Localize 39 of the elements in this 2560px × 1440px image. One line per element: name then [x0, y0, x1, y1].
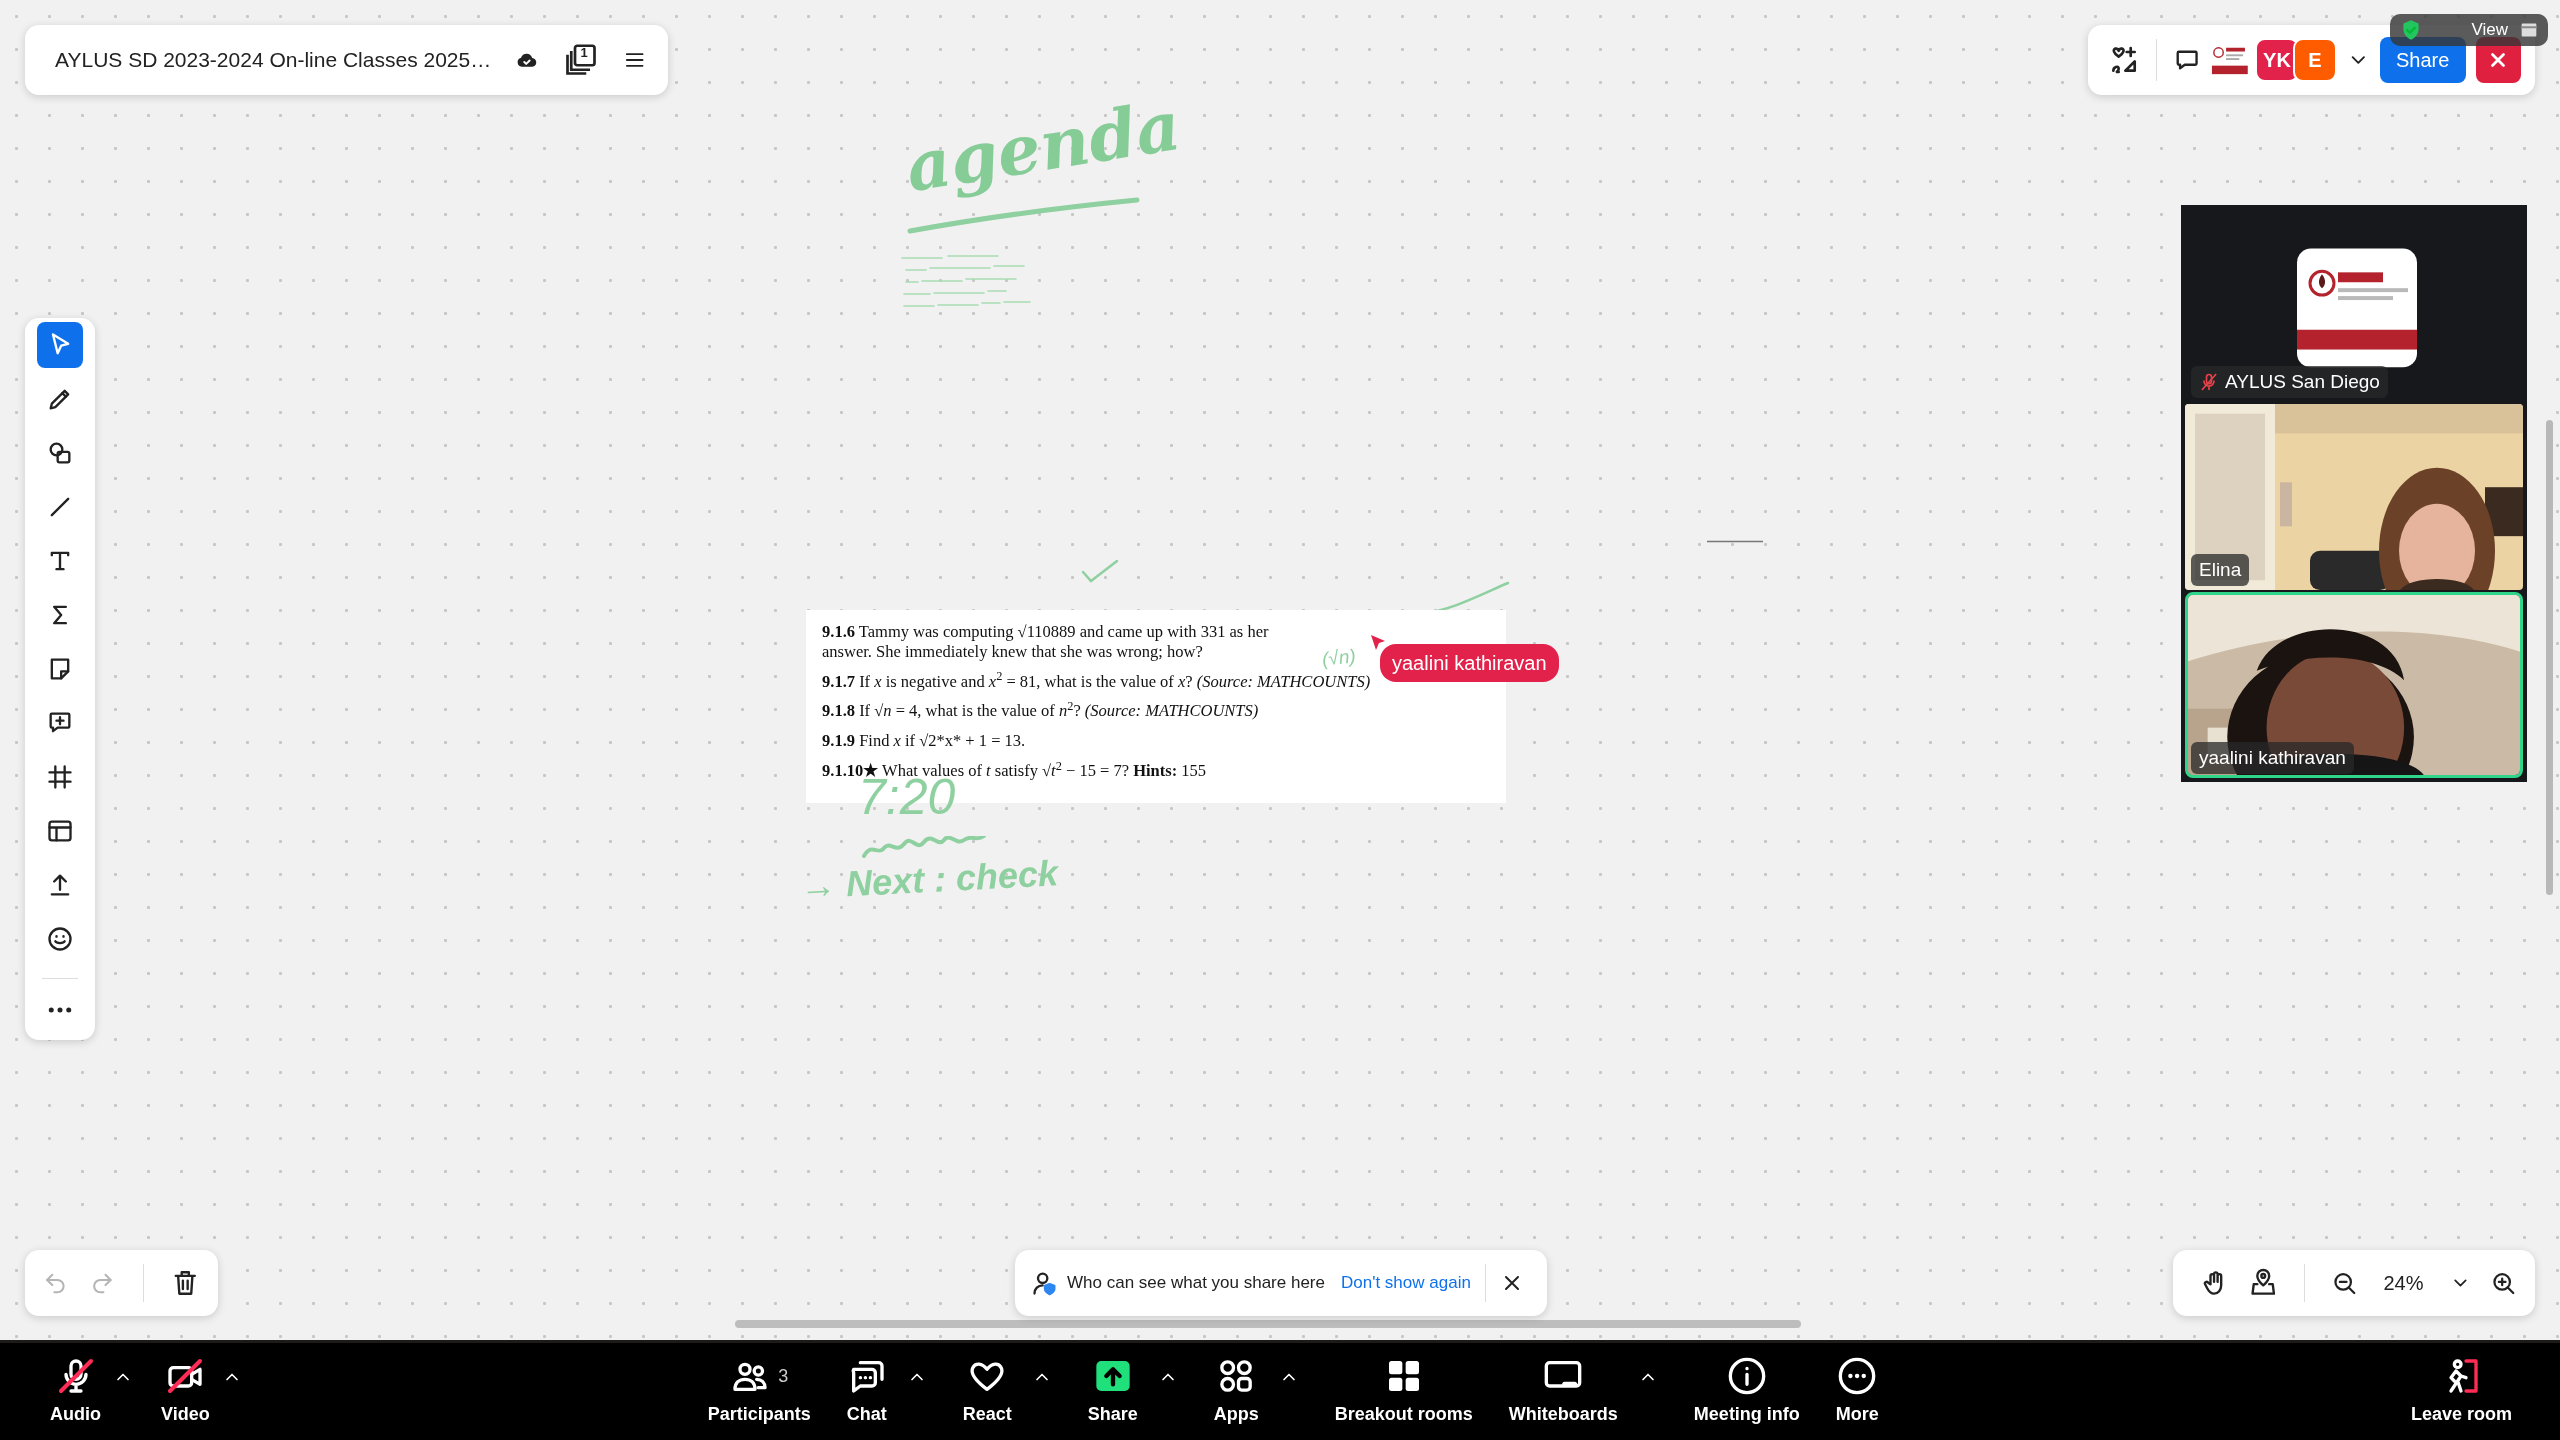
audio-button[interactable]: Audio	[40, 1355, 111, 1428]
leave-button[interactable]: Leave room	[2400, 1355, 2522, 1428]
zoom-level: 24%	[2383, 1271, 2424, 1296]
cursor-name-label: yaalini kathiravan	[1380, 644, 1559, 682]
participant-name: Elina	[2199, 557, 2242, 582]
whiteboards-button[interactable]: Whiteboards	[1498, 1355, 1628, 1428]
frame-icon	[46, 763, 74, 791]
handwritten-heading: agenda	[901, 90, 1185, 202]
check-mark-drawing	[1080, 558, 1120, 584]
info-button[interactable]: Meeting info	[1683, 1355, 1810, 1428]
participant-name: yaalini kathiravan	[2199, 745, 2346, 770]
participant-name: AYLUS San Diego	[2225, 369, 2380, 394]
problem-text: 9.1.6 Tammy was computing √110889 and came up with 331 as her answer. She immediately knew that she was wrong; how?	[822, 622, 1270, 662]
breakout-button[interactable]: Breakout rooms	[1324, 1355, 1483, 1428]
smiley-icon	[46, 925, 74, 953]
problem-text: 9.1.7 If x is negative and x$^{2}$ = 81, what is the value of x? (Source: MATHCOUNTS)	[822, 671, 1371, 692]
pages-button[interactable]: 1	[562, 42, 599, 78]
notice-text: Who can see what you share here	[1067, 1272, 1325, 1295]
problem-text: 9.1.9 Find x if √2*x* + 1 = 13.	[822, 731, 1026, 751]
react-button[interactable]: React	[952, 1355, 1022, 1428]
line-drawing	[1707, 540, 1763, 543]
share-button[interactable]: Share	[1077, 1355, 1148, 1428]
map-pin-icon[interactable]	[2249, 1268, 2278, 1298]
dont-show-again-link[interactable]: Don't show again	[1341, 1270, 1471, 1296]
more-button[interactable]: More	[1825, 1355, 1889, 1428]
view-tooltip[interactable]: View	[2390, 14, 2548, 46]
handwritten-note: (√n)	[1321, 646, 1357, 669]
cursor-pointer-icon	[1370, 634, 1386, 652]
chat-button[interactable]: Chat	[836, 1355, 897, 1428]
vertical-scrollbar[interactable]	[2546, 420, 2553, 895]
video-button[interactable]: Video	[151, 1355, 220, 1428]
apps-button[interactable]: Apps	[1203, 1355, 1269, 1428]
view-label: View	[2471, 19, 2508, 42]
horizontal-scrollbar[interactable]	[735, 1320, 1801, 1328]
participants-button[interactable]: 3 Participants	[697, 1355, 821, 1428]
handwritten-note: → Next : check	[799, 855, 1059, 905]
problem-text: 9.1.8 If √n = 4, what is the value of n$^{2}$? (Source: MATHCOUNTS)	[822, 701, 1259, 722]
board-title: AYLUS SD 2023-2024 On-line Classes 2025…	[55, 47, 492, 74]
pointer-tool[interactable]	[37, 322, 83, 368]
